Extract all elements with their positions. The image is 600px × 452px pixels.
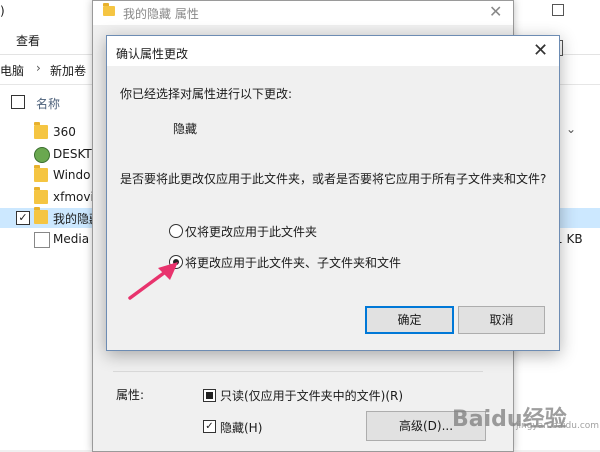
maximize-icon[interactable] [552,4,564,16]
ok-button[interactable]: 确定 [365,306,454,334]
dialog-question-text: 是否要将此更改仅应用于此文件夹，或者是否要将它应用于所有子文件夹和文件? [120,172,547,186]
close-icon[interactable]: ✕ [533,40,548,61]
breadcrumb-separator: › [36,61,41,75]
attributes-label: 属性: [116,388,145,402]
watermark-url: jingyan.baidu.com [516,421,600,431]
readonly-checkbox[interactable] [203,389,216,402]
file-icon [34,232,50,248]
properties-title: 我的隐藏 属性 [123,7,199,21]
readonly-label: 只读(仅应用于文件夹中的文件)(R) [220,389,404,403]
change-item-text: 隐藏 [173,122,198,136]
radio-folder-only[interactable] [169,224,183,238]
baidu-watermark: Baidu经验 jingyan.baidu.com [452,395,599,435]
pointer-arrow-icon [128,262,178,300]
file-name: xfmovi [53,190,94,204]
file-name: Media [53,232,90,246]
breadcrumb-this-pc[interactable]: 电脑 [0,62,24,79]
folder-icon [34,187,48,204]
radio-apply-all-label[interactable]: 将更改应用于此文件夹、子文件夹和文件 [185,254,401,271]
hidden-checkbox[interactable]: ✓ [203,420,216,433]
dialog-title: 确认属性更改 [116,47,189,61]
folder-icon [34,165,48,182]
cancel-button[interactable]: 取消 [458,306,545,334]
app-icon [34,147,50,163]
file-name: 360 [53,125,76,139]
properties-titlebar: 我的隐藏 属性 ✕ [93,1,513,25]
explorer-title-fragment: ) [0,4,5,18]
close-icon[interactable]: ✕ [489,2,502,21]
hidden-label: 隐藏(H) [220,421,263,435]
divider [113,371,483,372]
column-header-name[interactable]: 名称 [36,95,60,112]
dialog-intro-text: 你已经选择对属性进行以下更改: [120,87,293,101]
file-name: DESKT [53,147,92,161]
breadcrumb-new-volume[interactable]: 新加卷 [50,62,86,79]
ribbon-tab-view[interactable]: 查看 [16,32,40,49]
folder-icon [34,122,48,139]
file-name: Windo [53,168,91,182]
folder-icon [34,207,48,224]
dialog-titlebar: 确认属性更改 ✕ [107,36,559,66]
select-all-checkbox[interactable] [11,95,25,109]
radio-folder-only-label[interactable]: 仅将更改应用于此文件夹 [185,223,317,240]
folder-icon [103,3,115,16]
row-checkbox[interactable]: ✓ [16,211,30,225]
